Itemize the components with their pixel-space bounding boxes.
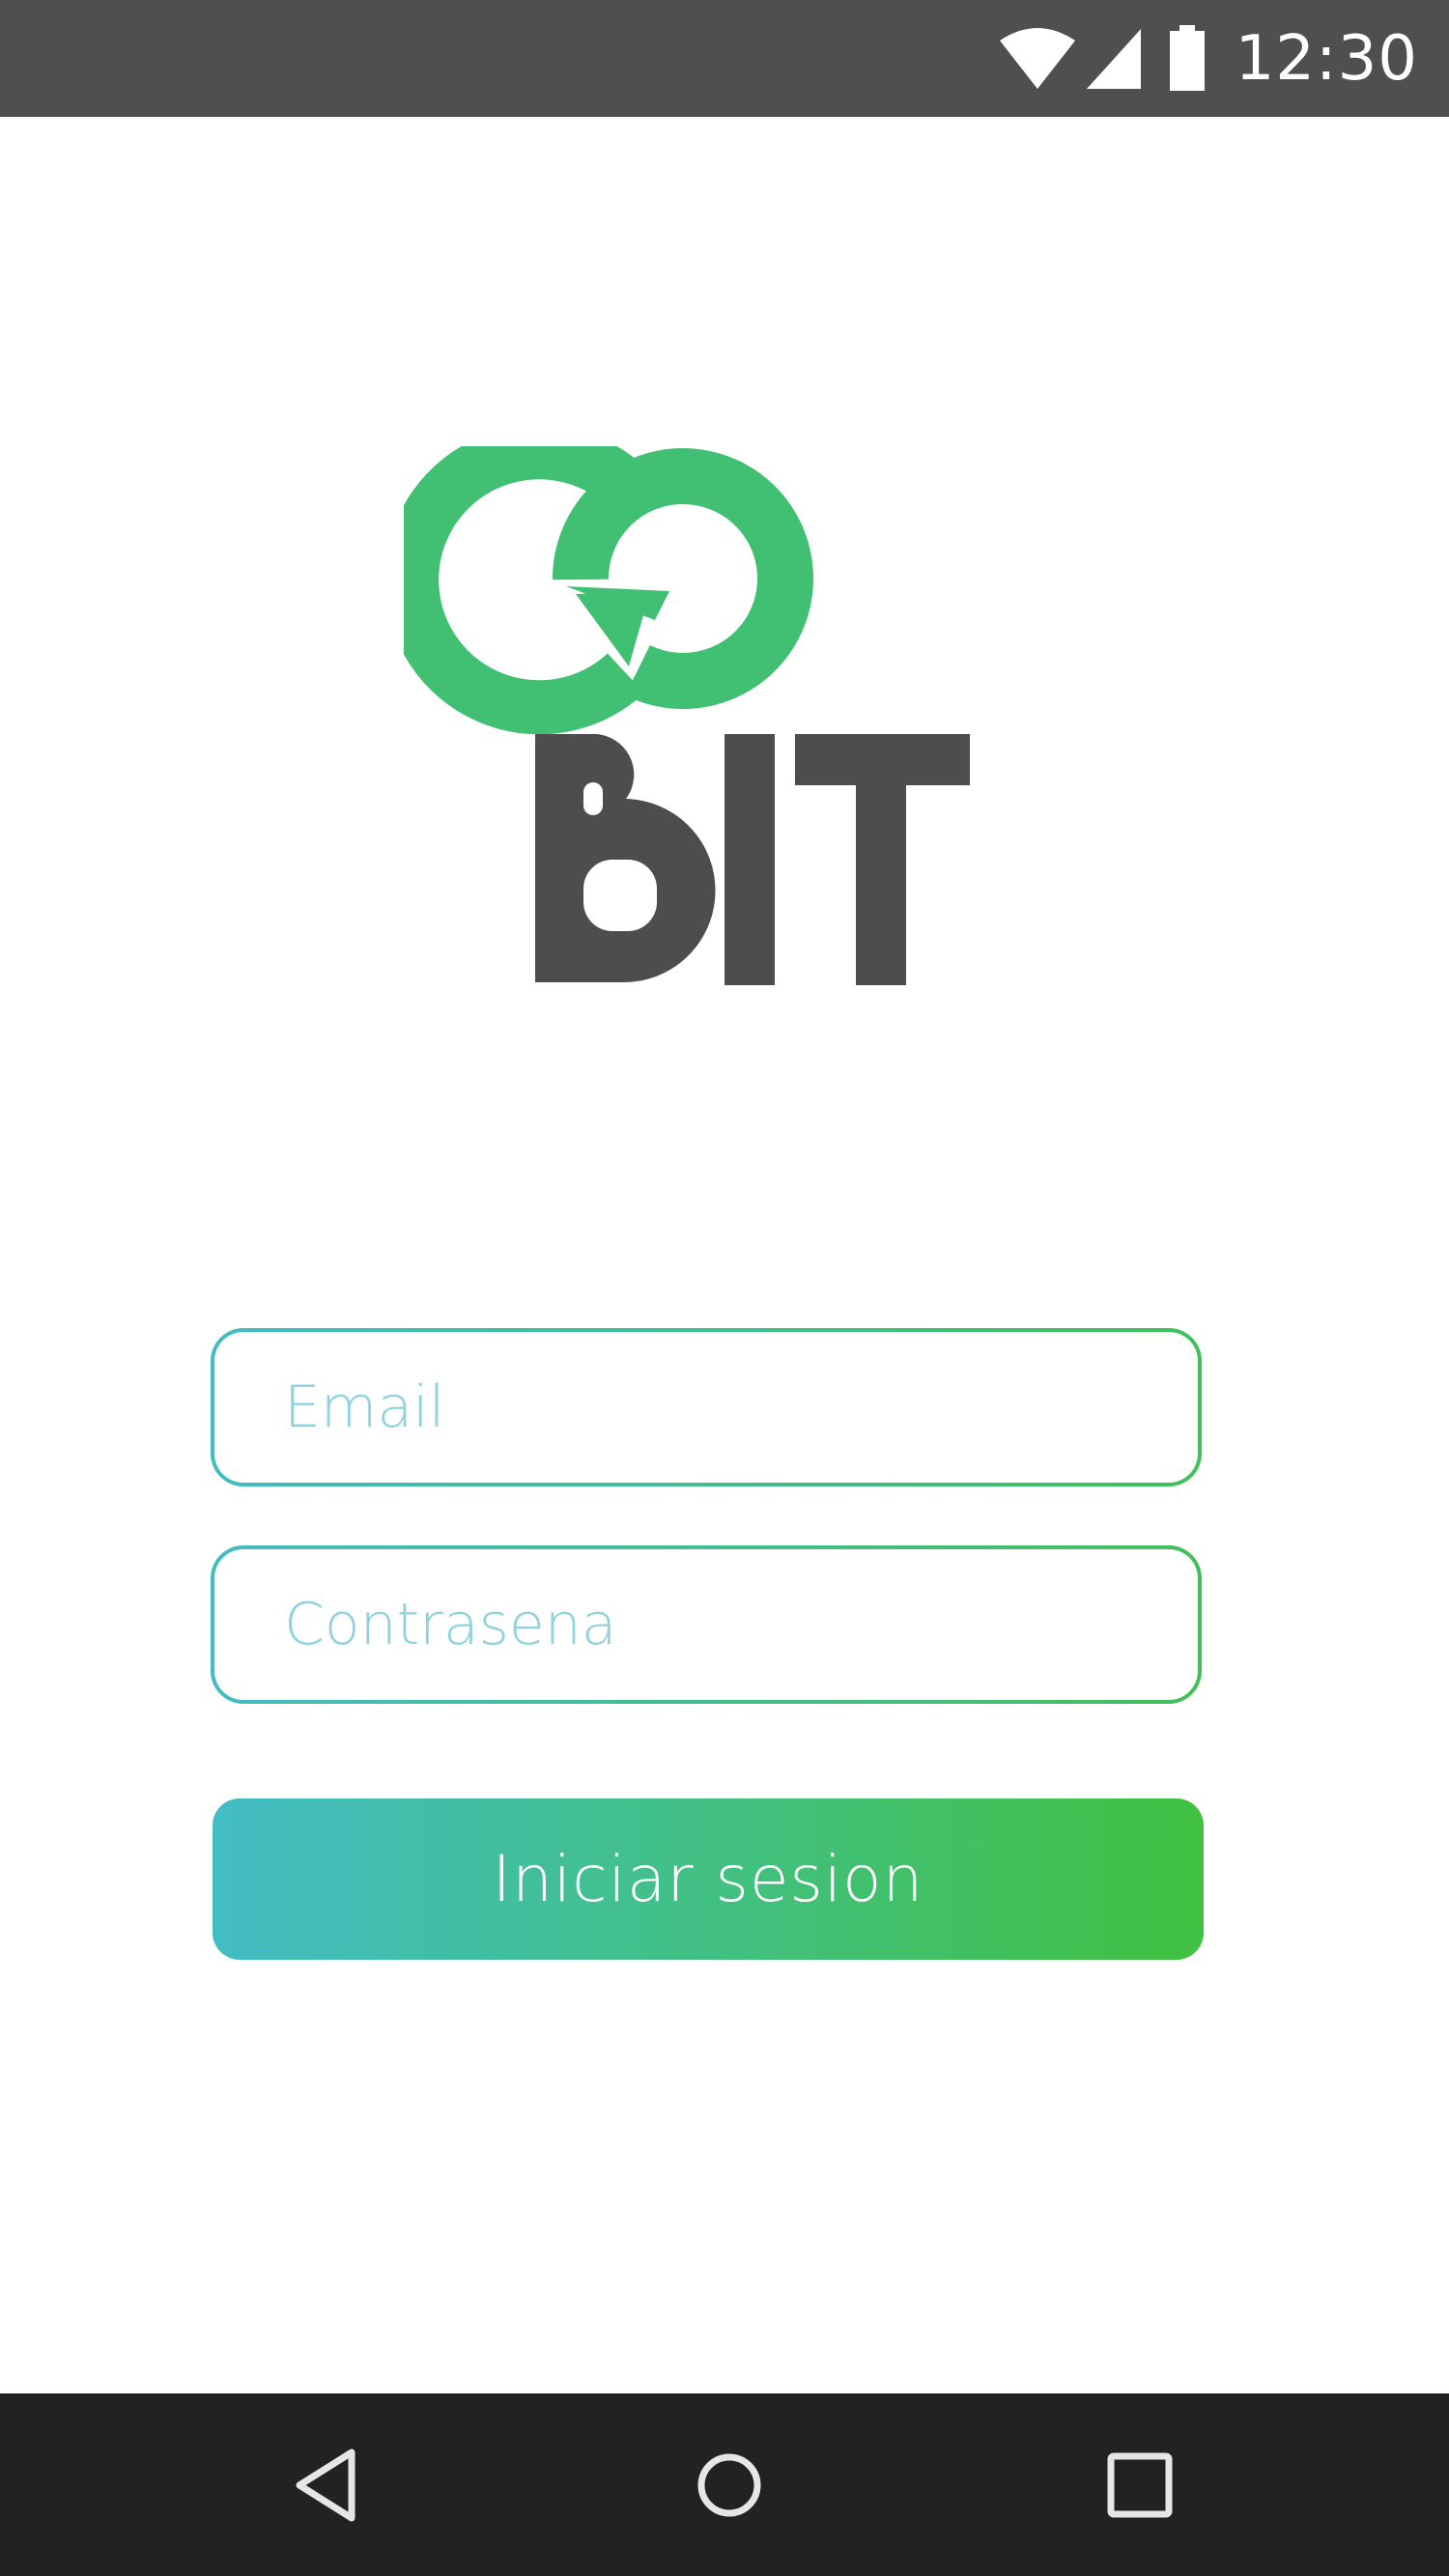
logo-b-letter [535, 733, 716, 983]
recents-button[interactable] [1043, 2393, 1236, 2576]
battery-icon [1169, 24, 1205, 91]
status-icons: 12:30 [998, 0, 1418, 117]
signal-icon [1086, 28, 1141, 89]
login-button[interactable]: Iniciar sesion [213, 1798, 1204, 1960]
recents-icon [1107, 2452, 1173, 2517]
password-field-container [211, 1545, 1202, 1704]
email-input[interactable] [214, 1332, 1198, 1483]
logo-t-letter [795, 734, 970, 985]
logo-i-letter [724, 734, 775, 985]
status-time: 12:30 [1235, 22, 1418, 95]
back-icon [296, 2449, 355, 2521]
email-field-container [211, 1328, 1202, 1486]
logo-o-letter [552, 448, 813, 709]
wifi-icon [999, 27, 1075, 89]
back-button[interactable] [229, 2393, 422, 2576]
navigation-bar [0, 2393, 1449, 2576]
password-input[interactable] [214, 1549, 1198, 1700]
gobit-logo [404, 446, 970, 985]
home-icon [697, 2453, 761, 2516]
login-screen: 12:30 Iniciar [0, 0, 1449, 2576]
status-bar: 12:30 [0, 0, 1449, 117]
home-button[interactable] [633, 2393, 826, 2576]
